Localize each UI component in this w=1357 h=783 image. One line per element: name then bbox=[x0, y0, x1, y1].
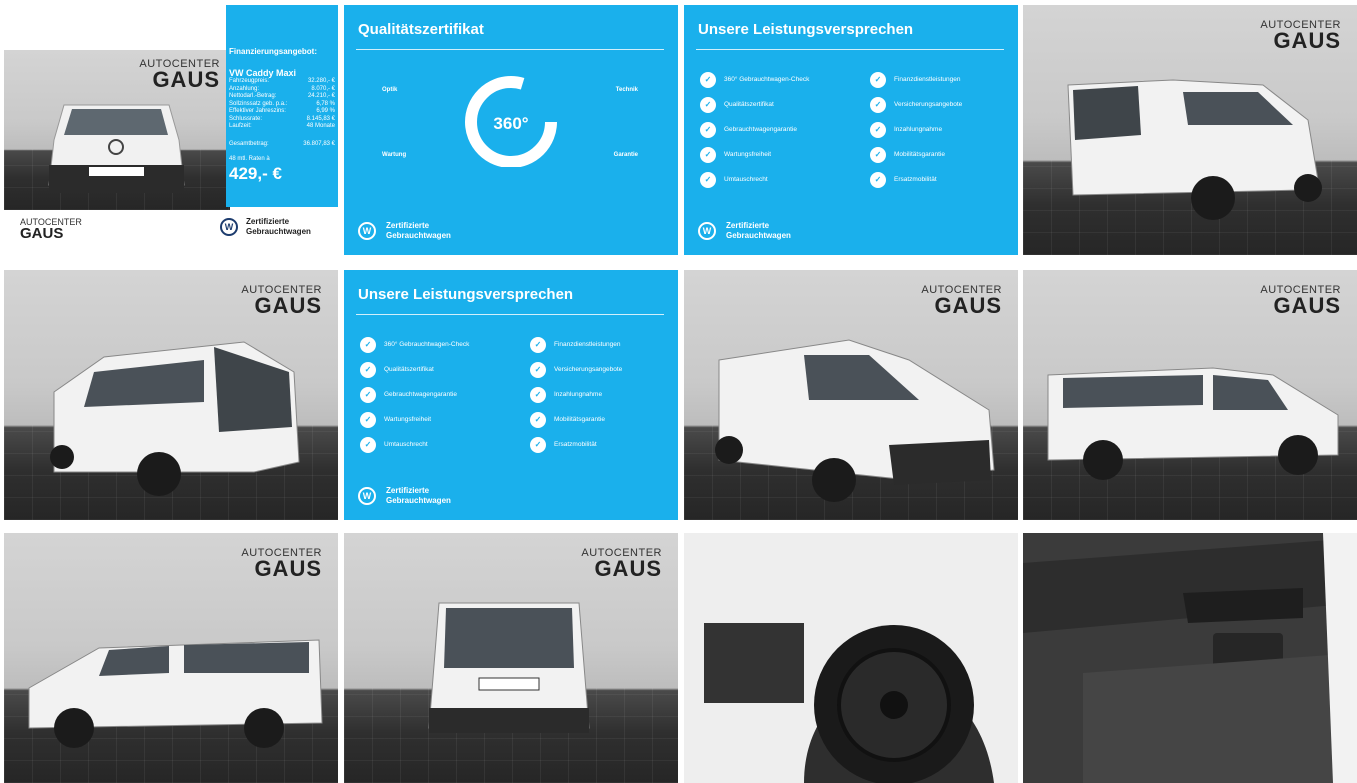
service-icon: ✓ bbox=[530, 386, 546, 403]
wheel-closeup bbox=[684, 533, 1018, 783]
service-icon: ✓ bbox=[870, 71, 886, 88]
service-icon: ✓ bbox=[870, 96, 886, 113]
service-icon: ✓ bbox=[870, 146, 886, 163]
van-side-left bbox=[28, 639, 323, 748]
service-icon: ✓ bbox=[700, 121, 716, 138]
promise-item: ✓ Gebrauchtwagengarantie bbox=[700, 117, 809, 142]
vw-logo-icon: W bbox=[358, 487, 376, 505]
van-front bbox=[48, 104, 185, 193]
photo-rear[interactable]: AUTOCENTER GAUS bbox=[344, 533, 678, 783]
service-icon: ✓ bbox=[530, 411, 546, 428]
service-icon: ✓ bbox=[700, 146, 716, 163]
photo-side-left[interactable]: AUTOCENTER GAUS bbox=[4, 533, 338, 783]
dealer-logo: AUTOCENTER GAUS bbox=[241, 284, 322, 318]
service-icon: ✓ bbox=[700, 171, 716, 188]
photo-side-right[interactable]: AUTOCENTER GAUS bbox=[1023, 270, 1357, 520]
finance-panel: Finanzierungsangebot: VW Caddy Maxi Fahr… bbox=[226, 5, 338, 207]
promise-item: ✓ Umtauschrecht bbox=[360, 432, 469, 457]
dealer-logo: AUTOCENTER GAUS bbox=[921, 284, 1002, 318]
vw-logo-icon: W bbox=[698, 222, 716, 240]
service-promise-panel[interactable]: Unsere Leistungsversprechen ✓ 360° Gebrau… bbox=[684, 5, 1018, 255]
service-icon: ✓ bbox=[870, 171, 886, 188]
photo-front-right[interactable]: AUTOCENTER GAUS bbox=[684, 270, 1018, 520]
promise-item: ✓ Umtauschrecht bbox=[700, 167, 809, 192]
promise-item: ✓ Versicherungsangebote bbox=[870, 92, 962, 117]
door-panel bbox=[1023, 533, 1357, 783]
promise-item: ✓ Qualitätszertifikat bbox=[360, 357, 469, 382]
dealer-logo: AUTOCENTER GAUS bbox=[581, 547, 662, 581]
service-icon: ✓ bbox=[530, 361, 546, 378]
promise-item: ✓ Finanzdienstleistungen bbox=[530, 332, 622, 357]
service-icon: ✓ bbox=[700, 71, 716, 88]
service-icon: ✓ bbox=[360, 361, 376, 378]
van-front-3q bbox=[715, 339, 995, 502]
service-icon: ✓ bbox=[360, 336, 376, 353]
promise-item: ✓ 360° Gebrauchtwagen-Check bbox=[700, 67, 809, 92]
service-icon: ✓ bbox=[870, 121, 886, 138]
promise-item: ✓ Wartungsfreiheit bbox=[360, 407, 469, 432]
vw-logo-icon: W bbox=[358, 222, 376, 240]
promise-list-right: ✓ Finanzdienstleistungen ✓ Versicherungsang… bbox=[530, 332, 622, 457]
photo-door-interior[interactable] bbox=[1023, 533, 1357, 783]
cert-block: W Zertifizierte Gebrauchtwagen bbox=[220, 217, 311, 237]
service-icon: ✓ bbox=[530, 436, 546, 453]
bottom-logo: AUTOCENTER GAUS bbox=[20, 217, 82, 242]
van-side bbox=[1047, 367, 1339, 480]
finance-row: Laufzeit: 48 Monate bbox=[229, 123, 335, 129]
van-rear bbox=[1067, 79, 1322, 220]
promise-item: ✓ Qualitätszertifikat bbox=[700, 92, 809, 117]
photo-rear-left[interactable]: AUTOCENTER GAUS bbox=[1023, 5, 1357, 255]
promise-item: ✓ Ersatzmobilität bbox=[870, 167, 962, 192]
promise-item: ✓ Inzahlungnahme bbox=[870, 117, 962, 142]
promise-list-left: ✓ 360° Gebrauchtwagen-Check ✓ Qualitätszert… bbox=[360, 332, 469, 457]
van-rear-3q bbox=[50, 341, 300, 496]
promise-item: ✓ Wartungsfreiheit bbox=[700, 142, 809, 167]
finance-row: Nettodarl.-Betrag: 24.210,- € bbox=[229, 93, 335, 99]
finance-row: Anzahlung: 8.070,- € bbox=[229, 85, 335, 92]
promise-item: ✓ Ersatzmobilität bbox=[530, 432, 622, 457]
dealer-logo: AUTOCENTER GAUS bbox=[139, 58, 220, 92]
photo-rear-right[interactable]: AUTOCENTER GAUS bbox=[4, 270, 338, 520]
promise-list-left: ✓ 360° Gebrauchtwagen-Check ✓ Qualitätszert… bbox=[700, 67, 809, 192]
finance-row: Effektiver Jahreszins: 6,99 % bbox=[229, 108, 335, 114]
service-icon: ✓ bbox=[360, 386, 376, 403]
photo-front-finance[interactable]: AUTOCENTER GAUS Finanzierungsangebot: VW… bbox=[4, 5, 338, 255]
photo-wheel-detail[interactable] bbox=[684, 533, 1018, 783]
promise-item: ✓ 360° Gebrauchtwagen-Check bbox=[360, 332, 469, 357]
service-icon: ✓ bbox=[530, 336, 546, 353]
service-icon: ✓ bbox=[360, 436, 376, 453]
promise-item: ✓ Inzahlungnahme bbox=[530, 382, 622, 407]
finance-row: Schlussrate: 8.145,83 € bbox=[229, 115, 335, 122]
promise-item: ✓ Mobilitätsgarantie bbox=[530, 407, 622, 432]
promise-list-right: ✓ Finanzdienstleistungen ✓ Versicherungsang… bbox=[870, 67, 962, 192]
vw-logo-icon: W bbox=[220, 218, 238, 236]
service-icon: ✓ bbox=[700, 96, 716, 113]
svg-text:360°: 360° bbox=[493, 114, 528, 133]
quality-certificate-panel[interactable]: Qualitätszertifikat 360° Optik Wartung T… bbox=[344, 5, 678, 255]
dealer-logo: AUTOCENTER GAUS bbox=[241, 547, 322, 581]
dealer-logo: AUTOCENTER GAUS bbox=[1260, 19, 1341, 53]
van-rear-straight bbox=[428, 602, 590, 733]
dealer-logo: AUTOCENTER GAUS bbox=[1260, 284, 1341, 318]
promise-item: ✓ Gebrauchtwagengarantie bbox=[360, 382, 469, 407]
service-icon: ✓ bbox=[360, 411, 376, 428]
service-promise-panel-2[interactable]: Unsere Leistungsversprechen ✓ 360° Gebrau… bbox=[344, 270, 678, 520]
promise-item: ✓ Mobilitätsgarantie bbox=[870, 142, 962, 167]
360-badge: 360° bbox=[465, 76, 557, 167]
promise-item: ✓ Versicherungsangebote bbox=[530, 357, 622, 382]
finance-row: Fahrzeugpreis: 32.280,- € bbox=[229, 78, 335, 84]
promise-item: ✓ Finanzdienstleistungen bbox=[870, 67, 962, 92]
finance-row: Sollzinssatz geb. p.a.: 6,78 % bbox=[229, 100, 335, 107]
